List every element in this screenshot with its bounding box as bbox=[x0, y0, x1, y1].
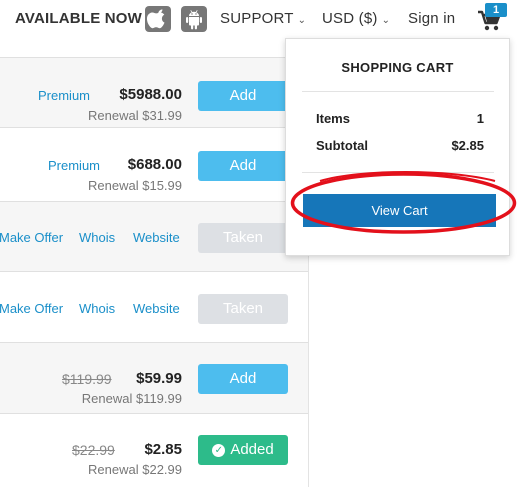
view-cart-button[interactable]: View Cart bbox=[303, 194, 496, 227]
shopping-cart-dropdown: SHOPPING CART Items 1 Subtotal $2.85 Vie… bbox=[285, 38, 510, 256]
make-offer-link[interactable]: Make Offer bbox=[0, 301, 63, 316]
domain-results-list: Premium $5988.00 Renewal $31.99 Add Prem… bbox=[0, 57, 309, 487]
add-button[interactable]: Add bbox=[198, 151, 288, 181]
price: $59.99 bbox=[136, 370, 182, 387]
whois-link[interactable]: Whois bbox=[79, 230, 115, 245]
subtotal-label: Subtotal bbox=[316, 138, 368, 153]
list-item: Premium $5988.00 Renewal $31.99 Add bbox=[0, 57, 308, 128]
renewal-price: Renewal $15.99 bbox=[88, 178, 182, 193]
price: $2.85 bbox=[144, 441, 182, 458]
premium-label: Premium bbox=[48, 158, 101, 173]
whois-link[interactable]: Whois bbox=[79, 301, 115, 316]
add-button[interactable]: Add bbox=[198, 81, 288, 111]
apple-icon[interactable] bbox=[145, 6, 171, 32]
original-price: $22.99 bbox=[72, 442, 115, 458]
added-button[interactable]: ✓ Added bbox=[198, 435, 288, 465]
website-link[interactable]: Website bbox=[133, 230, 180, 245]
website-link[interactable]: Website bbox=[133, 301, 180, 316]
divider bbox=[302, 172, 494, 173]
list-item: $119.99 $59.99 Renewal $119.99 Add bbox=[0, 342, 308, 413]
price: $688.00 bbox=[127, 156, 182, 173]
added-label: Added bbox=[230, 441, 274, 458]
top-bar: AVAILABLE NOW SUPPORT ⌄ USD ($) ⌄ Sign in bbox=[0, 0, 529, 38]
renewal-price: Renewal $119.99 bbox=[81, 391, 182, 406]
android-icon[interactable] bbox=[181, 6, 207, 32]
list-item: Premium $688.00 Renewal $15.99 Add bbox=[0, 127, 308, 198]
currency-selector[interactable]: USD ($) ⌄ bbox=[322, 10, 390, 27]
taken-button: Taken bbox=[198, 294, 288, 324]
cart-count-badge: 1 bbox=[485, 3, 507, 17]
subtotal-value: $2.85 bbox=[451, 138, 484, 153]
support-menu[interactable]: SUPPORT ⌄ bbox=[220, 10, 306, 27]
renewal-price: Renewal $31.99 bbox=[88, 108, 182, 123]
check-circle-icon: ✓ bbox=[212, 444, 226, 457]
original-price: $119.99 bbox=[62, 371, 112, 387]
items-label: Items bbox=[316, 111, 350, 126]
list-item: $22.99 $2.85 Renewal $22.99 ✓ Added bbox=[0, 413, 308, 484]
add-button[interactable]: Add bbox=[198, 364, 288, 394]
sign-in-link[interactable]: Sign in bbox=[408, 10, 455, 27]
chevron-down-icon: ⌄ bbox=[297, 15, 307, 26]
taken-button: Taken bbox=[198, 223, 288, 253]
divider bbox=[302, 91, 494, 92]
shopping-cart-title: SHOPPING CART bbox=[341, 60, 454, 75]
premium-label: Premium bbox=[38, 88, 91, 103]
currency-label: USD ($) bbox=[322, 10, 378, 27]
chevron-down-icon: ⌄ bbox=[381, 15, 391, 26]
support-label: SUPPORT bbox=[220, 10, 294, 27]
make-offer-link[interactable]: Make Offer bbox=[0, 230, 63, 245]
items-count: 1 bbox=[476, 111, 484, 126]
list-item: Make Offer Whois Website Taken bbox=[0, 201, 308, 272]
available-now-label: AVAILABLE NOW bbox=[15, 10, 143, 27]
renewal-price: Renewal $22.99 bbox=[88, 462, 182, 477]
price: $5988.00 bbox=[119, 86, 182, 103]
list-item: Make Offer Whois Website Taken bbox=[0, 271, 308, 342]
